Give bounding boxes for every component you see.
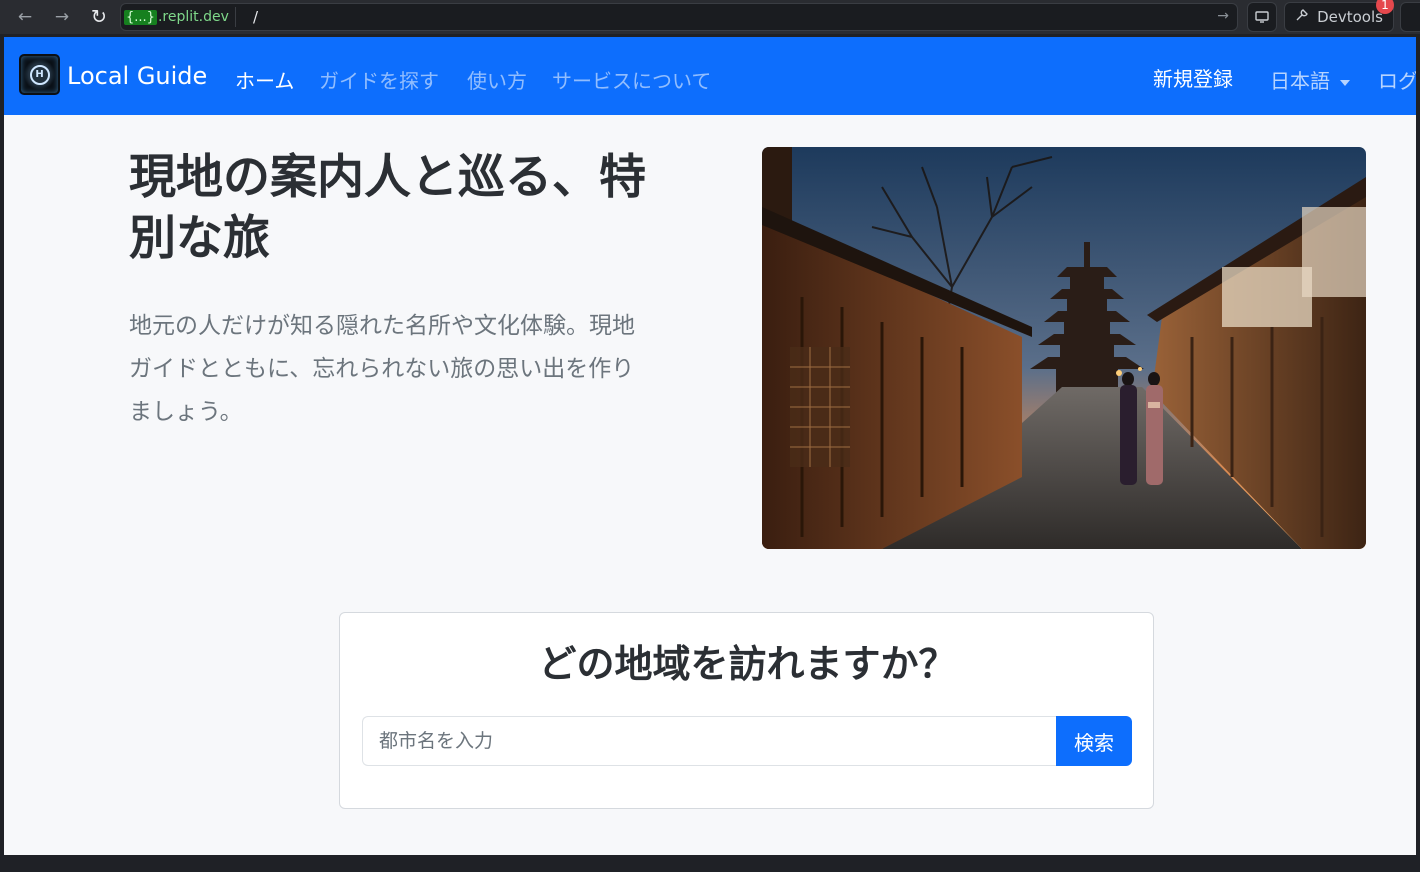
browser-toolbar: ← → ↻ {...} .replit.dev / → Devtools 1 (0, 0, 1420, 34)
language-label: 日本語 (1270, 69, 1330, 93)
nav-how-to-use[interactable]: 使い方 (467, 65, 527, 94)
back-icon[interactable]: ← (14, 6, 36, 28)
address-bar[interactable]: {...} .replit.dev / → (120, 3, 1238, 31)
caret-down-icon (1340, 79, 1350, 86)
search-heading: どの地域を訪れますか？ (538, 642, 957, 686)
hero-title-line2: 別な旅 (129, 211, 270, 266)
search-card: どの地域を訪れますか？ 検索 (339, 612, 1154, 809)
hero-lead-line3: ましょう。 (129, 399, 243, 425)
page-viewport: H Local Guide ホーム ガイドを探す 使い方 サービスについて 新規… (4, 37, 1416, 855)
hero-lead-line1: 地元の人だけが知る隠れた名所や文化体験。現地 (129, 313, 635, 339)
brand-name[interactable]: Local Guide (67, 62, 207, 90)
devtools-label: Devtools (1317, 8, 1383, 26)
url-host-text: .replit.dev (157, 9, 229, 25)
nav-home[interactable]: ホーム (235, 65, 294, 94)
nav-about[interactable]: サービスについて (552, 65, 711, 94)
search-button[interactable]: 検索 (1056, 716, 1132, 766)
navbar: H Local Guide ホーム ガイドを探す 使い方 サービスについて 新規… (4, 37, 1416, 115)
city-search-input[interactable] (362, 716, 1057, 766)
hero-title-line1: 現地の案内人と巡る、特 (129, 150, 646, 205)
url-path: / (253, 8, 259, 26)
open-external-icon[interactable]: → (1217, 8, 1229, 24)
nav-signup[interactable]: 新規登録 (1153, 63, 1233, 92)
brand-logo[interactable]: H (19, 54, 60, 95)
hero-image (762, 147, 1366, 549)
logo-h-icon: H (29, 64, 50, 85)
forward-icon[interactable]: → (51, 6, 73, 28)
url-host: {...} .replit.dev (124, 7, 236, 27)
nav-login[interactable]: ログ (1378, 65, 1416, 94)
url-host-badge: {...} (124, 9, 157, 25)
nav-find-guide[interactable]: ガイドを探す (319, 65, 439, 94)
hero-title: 現地の案内人と巡る、特 別な旅 (129, 147, 729, 269)
reload-icon[interactable]: ↻ (88, 6, 110, 28)
hero-lead: 地元の人だけが知る隠れた名所や文化体験。現地 ガイドとともに、忘れられない旅の思… (129, 305, 719, 434)
language-dropdown[interactable]: 日本語 (1270, 65, 1350, 94)
window-bottom-edge (0, 855, 1420, 872)
hero-lead-line2: ガイドとともに、忘れられない旅の思い出を作り (129, 356, 635, 382)
panel-icon[interactable] (1400, 2, 1420, 32)
wrench-icon (1295, 8, 1309, 26)
screen-icon[interactable] (1247, 2, 1277, 32)
